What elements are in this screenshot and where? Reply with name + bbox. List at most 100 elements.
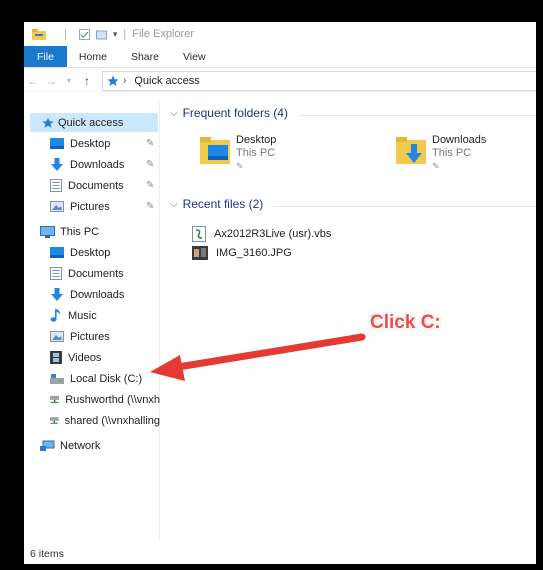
nav-network-drive-rushworthd[interactable]: Rushworthd (\\vnxh (50, 390, 160, 409)
nav-label: Documents (68, 267, 124, 280)
navigation-pane: Quick access Desktop ✎ Downloads ✎ Docum… (24, 102, 160, 542)
nav-pc-music[interactable]: Music (50, 306, 158, 325)
tab-share[interactable]: Share (119, 46, 171, 67)
frame-left (0, 0, 24, 570)
nav-label: Local Disk (C:) (70, 372, 143, 385)
group-divider (300, 115, 536, 116)
nav-quick-access[interactable]: Quick access (30, 113, 158, 132)
tile-text: Desktop This PC ✎ (236, 134, 276, 173)
documents-icon (50, 267, 62, 280)
nav-local-disk-c[interactable]: Local Disk (C:) (50, 369, 158, 388)
nav-pc-desktop[interactable]: Desktop (50, 243, 158, 262)
window-title: File Explorer (132, 28, 194, 40)
nav-qa-downloads[interactable]: Downloads (50, 155, 158, 174)
film-icon (50, 351, 62, 364)
group-divider (274, 206, 536, 207)
pin-icon[interactable]: ✎ (146, 201, 154, 212)
new-folder-icon[interactable] (95, 29, 107, 40)
recent-locations-icon[interactable]: ▾ (60, 76, 78, 85)
nav-qa-desktop[interactable]: Desktop (50, 134, 158, 153)
title-bar: | ▾ | File Explorer (24, 22, 536, 46)
chevron-down-icon[interactable]: ⌵ (170, 199, 178, 210)
nav-qa-pictures[interactable]: Pictures (50, 197, 158, 216)
file-list-area: ⌵ Frequent folders (4) Desktop This PC ✎ (164, 102, 536, 542)
nav-label: Rushworthd (\\vnxh (65, 393, 160, 406)
nav-label: Downloads (70, 158, 125, 171)
pin-icon[interactable]: ✎ (146, 138, 154, 149)
nav-pc-videos[interactable]: Videos (50, 348, 158, 367)
downloads-folder-icon (396, 137, 426, 164)
download-arrow-icon (51, 288, 63, 301)
pictures-icon (50, 201, 64, 212)
customize-toolbar-icon[interactable]: ▾ (113, 29, 118, 40)
nav-pc-pictures[interactable]: Pictures (50, 327, 158, 346)
status-bar: 6 items (24, 544, 536, 564)
back-arrow-icon[interactable]: ← (24, 74, 42, 88)
forward-arrow-icon[interactable]: → (42, 74, 60, 88)
folder-tile-desktop[interactable]: Desktop This PC ✎ (200, 134, 276, 173)
star-icon (42, 117, 54, 128)
nav-this-pc[interactable]: This PC (40, 222, 158, 241)
tab-file[interactable]: File (24, 46, 67, 67)
up-arrow-icon[interactable]: ↑ (78, 74, 96, 88)
nav-label: shared (\\vnxhalling (64, 414, 160, 427)
file-explorer-window: | ▾ | File Explorer File Home Share View… (24, 22, 536, 564)
item-count: 6 items (30, 548, 64, 560)
nav-label: Videos (68, 351, 102, 364)
nav-pc-documents[interactable]: Documents (50, 264, 158, 283)
ribbon-tabs: File Home Share View (24, 46, 536, 68)
nav-label: Documents (68, 179, 124, 192)
nav-label: This PC (60, 225, 100, 238)
folder-icon (32, 28, 46, 40)
tile-text: Downloads This PC ✎ (432, 134, 486, 173)
address-field[interactable]: › Quick access (102, 70, 536, 91)
tab-home[interactable]: Home (67, 46, 119, 67)
pin-icon[interactable]: ✎ (146, 159, 154, 170)
nav-label: Network (60, 439, 101, 452)
breadcrumb-quick-access[interactable]: Quick access (134, 75, 199, 87)
file-row-jpg[interactable]: IMG_3160.JPG (192, 246, 292, 260)
nav-label: Downloads (70, 288, 125, 301)
folder-name: Desktop (236, 134, 277, 146)
nav-label: Pictures (70, 330, 110, 343)
nav-label: Quick access (58, 116, 124, 129)
music-note-icon (50, 309, 61, 322)
title-divider: | (123, 28, 127, 40)
hard-drive-icon (50, 373, 64, 384)
file-name: Ax2012R3Live (usr).vbs (214, 228, 332, 240)
click-c-callout: Click C: (370, 312, 441, 333)
frame-top (0, 0, 543, 22)
nav-label: Music (68, 309, 97, 322)
chevron-down-icon[interactable]: ⌵ (170, 108, 178, 119)
properties-icon[interactable] (78, 28, 90, 40)
nav-qa-documents[interactable]: Documents (50, 176, 158, 195)
folder-location: This PC (236, 147, 276, 159)
folder-name: Downloads (432, 134, 487, 146)
nav-label: Desktop (70, 246, 111, 259)
nav-network[interactable]: Network (40, 436, 158, 455)
group-header-label: Frequent folders (4) (182, 106, 288, 120)
nav-pc-downloads[interactable]: Downloads (50, 285, 158, 304)
toolbar-divider: | (64, 28, 67, 40)
nav-network-drive-shared[interactable]: shared (\\vnxhalling (50, 411, 160, 430)
address-bar: ← → ▾ ↑ › Quick access (24, 70, 536, 92)
image-file-icon (192, 246, 208, 260)
desktop-folder-icon (200, 137, 230, 164)
folder-location: This PC (432, 147, 472, 159)
tab-view[interactable]: View (171, 46, 218, 67)
nav-label: Pictures (70, 200, 110, 213)
file-row-vbs[interactable]: Ax2012R3Live (usr).vbs (192, 226, 331, 242)
documents-icon (50, 179, 62, 192)
quick-access-toolbar: | ▾ (32, 28, 117, 40)
folder-tile-downloads[interactable]: Downloads This PC ✎ (396, 134, 486, 173)
desktop-icon (50, 247, 64, 258)
download-arrow-icon (51, 158, 63, 171)
script-file-icon (192, 226, 206, 242)
frame-right (536, 0, 543, 570)
file-name: IMG_3160.JPG (216, 247, 292, 259)
group-header-frequent-folders[interactable]: ⌵ Frequent folders (4) (170, 106, 288, 120)
group-header-recent-files[interactable]: ⌵ Recent files (2) (170, 197, 263, 211)
chevron-right-icon[interactable]: › (123, 75, 126, 86)
pin-icon[interactable]: ✎ (146, 180, 154, 191)
pictures-icon (50, 331, 64, 342)
